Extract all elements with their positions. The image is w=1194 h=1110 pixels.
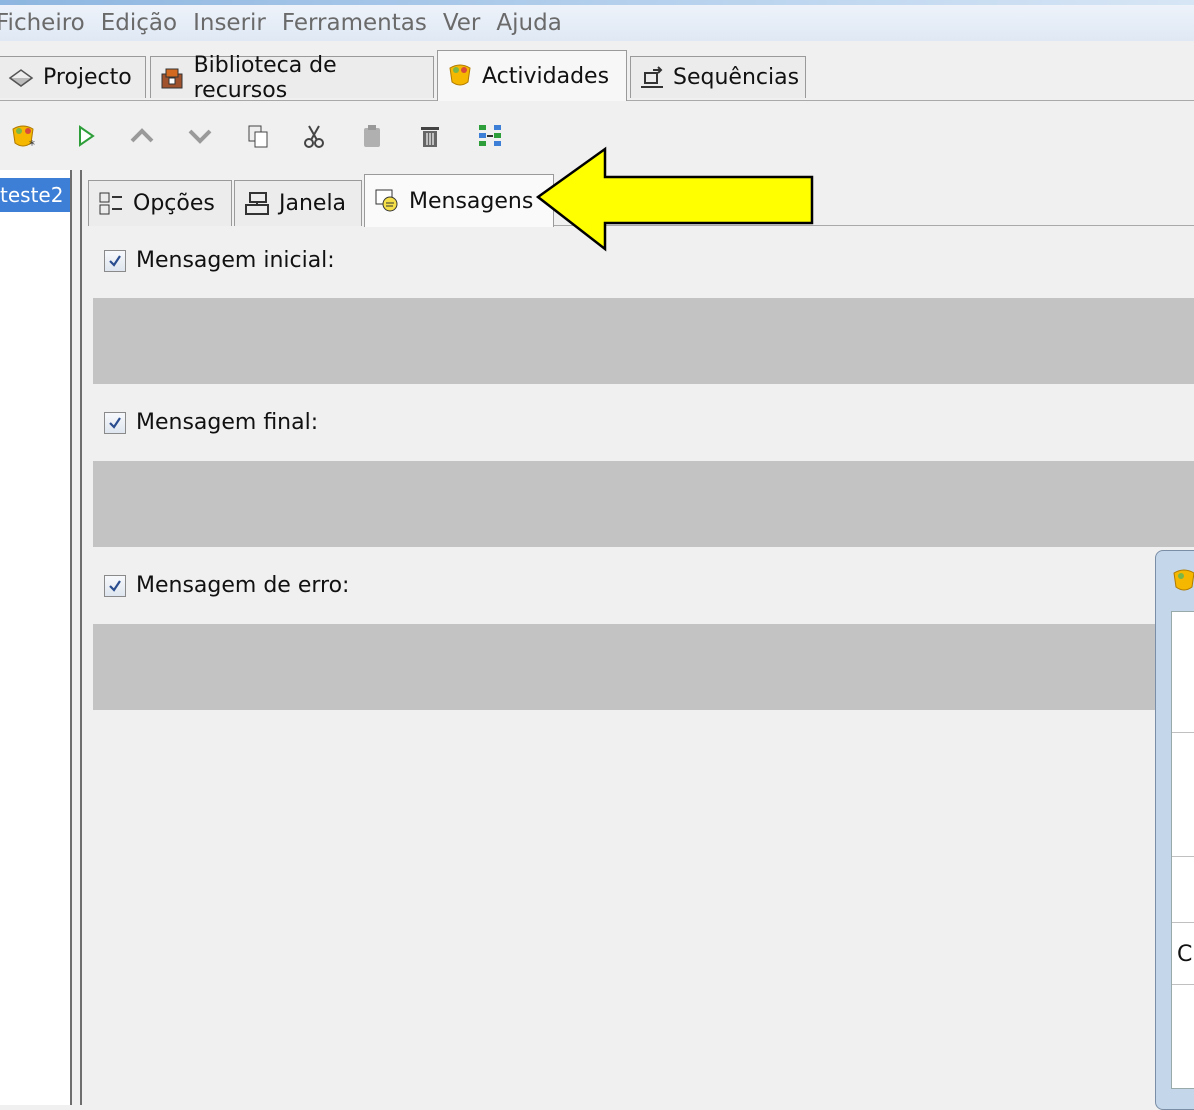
move-down-icon[interactable] <box>182 118 218 154</box>
tab-label: Opções <box>133 191 215 216</box>
paste-icon[interactable] <box>354 118 390 154</box>
move-up-icon[interactable] <box>124 118 160 154</box>
menu-ajuda[interactable]: Ajuda <box>494 10 563 36</box>
dialog-divider <box>1172 984 1194 985</box>
delete-icon[interactable] <box>412 118 448 154</box>
tab-label: Sequências <box>673 65 800 90</box>
final-message-area[interactable] <box>93 461 1194 547</box>
menu-edicao[interactable]: Edição <box>99 10 179 36</box>
tab-biblioteca[interactable]: Biblioteca de recursos <box>150 53 434 103</box>
tab-label: Janela <box>279 191 347 216</box>
tab-projecto[interactable]: Projecto <box>0 56 146 98</box>
activity-list: teste2 <box>0 170 72 1105</box>
menu-inserir[interactable]: Inserir <box>191 10 268 36</box>
menu-ferramentas[interactable]: Ferramentas <box>280 10 429 36</box>
diamond-icon <box>7 64 35 92</box>
error-message-label: Mensagem de erro: <box>136 573 350 598</box>
initial-message-area[interactable] <box>93 298 1194 384</box>
options-icon <box>97 190 125 218</box>
dialog-divider <box>1172 922 1194 923</box>
dialog-truncated-label: C <box>1177 942 1193 967</box>
final-message-row: Mensagem final: <box>104 410 318 435</box>
initial-message-checkbox[interactable] <box>104 249 126 272</box>
messages-icon <box>373 187 401 215</box>
splitter[interactable] <box>80 170 82 1105</box>
resources-icon <box>159 64 186 92</box>
tab-label: Biblioteca de recursos <box>193 52 337 103</box>
menu-ver[interactable]: Ver <box>441 10 483 36</box>
tab-label: Projecto <box>43 65 132 90</box>
dialog-divider <box>1172 732 1194 733</box>
tab-sequencias[interactable]: Sequências <box>630 56 806 98</box>
tab-opcoes[interactable]: Opções <box>88 180 232 226</box>
activity-toolbar: * <box>0 108 600 164</box>
tab-actividades[interactable]: Actividades <box>437 50 627 101</box>
final-message-label: Mensagem final: <box>136 410 319 435</box>
menu-ficheiro[interactable]: Ficheiro <box>0 10 87 36</box>
dialog-app-icon <box>1170 565 1194 595</box>
dialog-divider <box>1172 856 1194 857</box>
tab-mensagens[interactable]: Mensagens <box>364 174 554 227</box>
new-activity-icon[interactable]: * <box>6 118 42 154</box>
partial-dialog: C <box>1155 550 1194 1110</box>
messages-panel: Mensagem inicial: Mensagem final: Mensag… <box>84 226 1194 1105</box>
sequences-icon <box>639 64 665 92</box>
dialog-body: C <box>1171 611 1194 1089</box>
error-message-area[interactable] <box>93 624 1194 710</box>
window-icon <box>243 190 271 218</box>
tab-label: Actividades <box>482 63 610 89</box>
list-item[interactable]: teste2 <box>0 178 70 212</box>
tab-janela[interactable]: Janela <box>234 180 362 226</box>
error-message-row: Mensagem de erro: <box>104 573 349 598</box>
final-message-checkbox[interactable] <box>104 411 126 434</box>
menu-bar: Ficheiro Edição Inserir Ferramentas Ver … <box>0 5 1194 41</box>
svg-text:*: * <box>29 138 35 151</box>
error-message-checkbox[interactable] <box>104 574 126 597</box>
activities-icon <box>446 62 474 90</box>
arrange-icon[interactable] <box>472 118 508 154</box>
tab-label: Mensagens <box>409 188 534 214</box>
initial-message-row: Mensagem inicial: <box>104 248 335 273</box>
initial-message-label: Mensagem inicial: <box>136 248 335 273</box>
play-icon[interactable] <box>68 118 104 154</box>
annotation-arrow <box>535 146 814 252</box>
copy-icon[interactable] <box>240 118 276 154</box>
cut-icon[interactable] <box>296 118 332 154</box>
main-tab-bar: Projecto Biblioteca de recursos Activida… <box>0 50 1194 103</box>
